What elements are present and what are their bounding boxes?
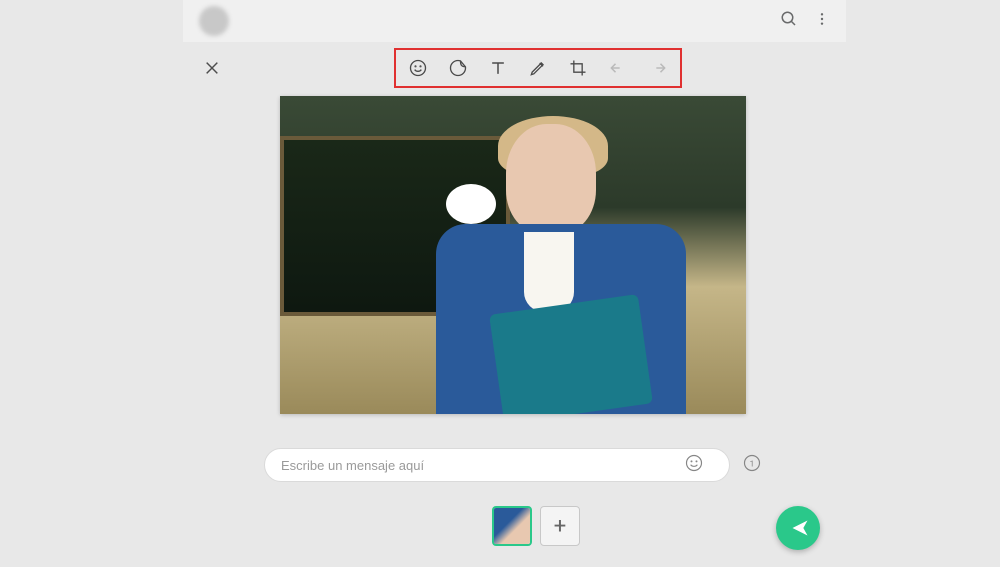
add-media-button[interactable]: +	[540, 506, 580, 546]
crop-icon[interactable]	[568, 58, 588, 78]
svg-text:1: 1	[750, 459, 755, 469]
avatar[interactable]	[199, 6, 229, 36]
redo-icon[interactable]	[648, 58, 668, 78]
image-preview[interactable]	[280, 96, 746, 414]
undo-icon[interactable]	[608, 58, 628, 78]
search-icon[interactable]	[780, 10, 798, 32]
preview-photo	[280, 96, 746, 414]
thumb-selected[interactable]	[492, 506, 532, 546]
attachment-thumbs: +	[492, 506, 580, 546]
caption-input[interactable]	[264, 448, 730, 482]
caption-emoji-icon[interactable]	[684, 453, 704, 477]
view-once-icon[interactable]: 1	[742, 453, 762, 477]
text-icon[interactable]	[488, 58, 508, 78]
image-edit-toolbar	[394, 48, 682, 88]
menu-dots-icon[interactable]	[814, 11, 830, 31]
close-icon[interactable]	[198, 54, 226, 87]
send-button[interactable]	[776, 506, 820, 550]
emoji-icon[interactable]	[408, 58, 428, 78]
draw-icon[interactable]	[528, 58, 548, 78]
chat-header	[183, 0, 846, 42]
sticker-icon[interactable]	[448, 58, 468, 78]
caption-row: 1	[264, 448, 762, 482]
